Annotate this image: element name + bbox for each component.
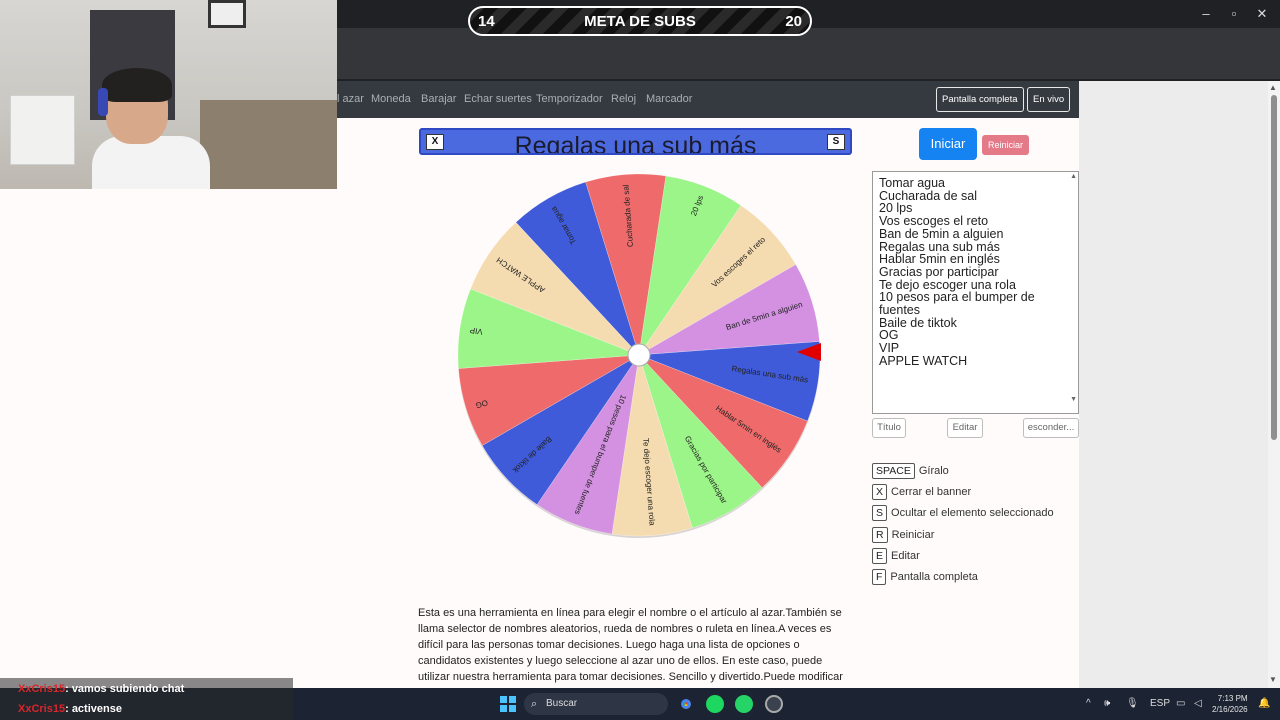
page-scrollbar[interactable]: ▲ ▼ <box>1268 81 1280 688</box>
whatsapp-app-icon[interactable] <box>735 695 753 713</box>
nav-link-temporizador[interactable]: Temporizador <box>536 93 603 105</box>
chat-username: XxCris15 <box>18 703 66 715</box>
scroll-down-icon[interactable]: ▼ <box>1269 675 1277 684</box>
chat-text: : vamos subiendo chat <box>65 683 185 695</box>
scroll-thumb[interactable] <box>1271 95 1277 440</box>
shortcut-key: R <box>872 527 888 543</box>
wheel-segment-label: VIP <box>469 325 483 336</box>
shortcut-key: S <box>872 505 888 521</box>
spotify-app-icon[interactable] <box>706 695 724 713</box>
clock-date: 2/16/2026 <box>1212 705 1248 714</box>
entry-line: Baile de tiktok <box>879 315 957 330</box>
shortcut-label: Cerrar el banner <box>891 486 972 498</box>
microphone-icon[interactable]: 🎙 <box>1126 698 1139 709</box>
live-button[interactable]: En vivo <box>1027 87 1071 112</box>
scroll-up-icon[interactable]: ▲ <box>1269 83 1277 92</box>
entry-line: Tomar agua <box>879 176 946 190</box>
entry-line: OG <box>879 328 899 343</box>
page-left-area <box>0 189 337 688</box>
title-button[interactable]: Título <box>872 418 906 438</box>
start-button[interactable]: Iniciar <box>919 128 977 160</box>
speaker-icon[interactable]: ◁ <box>1194 698 1202 709</box>
banner-close-button[interactable]: X <box>426 134 444 150</box>
shortcut-row: SPACE Gíralo <box>872 463 949 479</box>
chrome-app-icon[interactable] <box>677 695 695 713</box>
minimize-icon[interactable]: – <box>1196 6 1216 21</box>
shortcut-label: Ocultar el elemento seleccionado <box>891 507 1054 519</box>
language-indicator[interactable]: ESP <box>1150 698 1170 709</box>
shortcut-label: Pantalla completa <box>890 571 978 583</box>
nav-link-echar-suertes[interactable]: Echar suertes <box>464 93 532 105</box>
reset-button[interactable]: Reiniciar <box>982 135 1029 155</box>
edit-button[interactable]: Editar <box>947 418 983 438</box>
drawer-cabinet <box>10 95 75 165</box>
shortcut-label: Reiniciar <box>891 529 935 541</box>
shortcut-row: E Editar <box>872 548 920 564</box>
tray-chevron-icon[interactable]: ^ <box>1086 698 1091 709</box>
volume-icon[interactable]: 🕪 <box>1104 698 1110 709</box>
entries-textarea[interactable]: Tomar agua Cucharada de sal 20 lps Vos esco… <box>872 171 1079 414</box>
nav-link-moneda[interactable]: Moneda <box>371 93 411 105</box>
fullscreen-button[interactable]: Pantalla completa <box>936 87 1024 112</box>
entry-line: 10 pesos para el bumper de fuentes <box>879 290 1039 318</box>
nav-link-azar[interactable]: l azar <box>337 93 364 105</box>
nav-link-marcador[interactable]: Marcador <box>646 93 692 105</box>
shortcut-key: SPACE <box>872 463 915 479</box>
entry-line: Gracias por participar <box>879 264 999 279</box>
taskbar-search-box[interactable]: ⌕ Buscar <box>524 693 668 715</box>
shortcut-row: R Reiniciar <box>872 527 934 543</box>
banner-title: Regalas una sub más <box>514 132 757 155</box>
maximize-icon[interactable]: ▫ <box>1224 6 1244 21</box>
headset-icon <box>98 88 108 116</box>
shortcut-label: Editar <box>891 550 920 562</box>
chat-username: XxCris15 <box>18 683 66 695</box>
notification-icon[interactable]: 🔔 <box>1258 698 1270 709</box>
shortcut-row: X Cerrar el banner <box>872 484 971 500</box>
shortcut-row: F Pantalla completa <box>872 569 978 585</box>
webcam-overlay <box>0 0 337 189</box>
clock-time: 7:13 PM <box>1217 694 1248 703</box>
chat-overlay: XxCris15: vamos subiendo chat XxCris15: … <box>0 678 293 720</box>
wheel-page: l azar Moneda Barajar Echar suertes Temp… <box>337 81 1079 688</box>
nav-link-reloj[interactable]: Reloj <box>611 93 636 105</box>
wheel-hub[interactable] <box>627 343 651 367</box>
shortcut-row: S Ocultar el elemento seleccionado <box>872 505 1054 521</box>
result-banner: Regalas una sub más X S <box>419 128 852 155</box>
shortcut-key: X <box>872 484 888 500</box>
shortcut-label: Gíralo <box>918 465 949 477</box>
entry-line: APPLE WATCH <box>879 353 968 368</box>
chat-message: XxCris15: vamos subiendo chat <box>18 683 184 695</box>
textarea-scroll-down-icon[interactable]: ▼ <box>1070 396 1077 403</box>
goal-target: 20 <box>785 13 802 30</box>
windows-start-icon[interactable] <box>500 696 516 712</box>
top-navbar: l azar Moneda Barajar Echar suertes Temp… <box>337 81 1079 118</box>
entry-line: Vos escoges el reto <box>879 214 989 229</box>
wheel-pointer-icon <box>797 343 821 361</box>
textarea-scroll-up-icon[interactable]: ▲ <box>1070 173 1077 180</box>
page-right-gutter <box>1079 81 1268 688</box>
search-icon: ⌕ <box>531 698 538 710</box>
taskbar-clock[interactable]: 7:13 PM 2/16/2026 <box>1212 693 1248 715</box>
sub-goal-bar: 14 META DE SUBS 20 <box>468 6 812 36</box>
wall-picture <box>208 0 246 28</box>
spin-wheel[interactable]: Tomar agua Cucharada de sal 20 lpsVos esco… <box>454 170 824 540</box>
streamer-shirt <box>92 136 210 189</box>
chat-message: XxCris15: activense <box>18 703 122 715</box>
entry-line: Ban de 5min a alguien <box>879 226 1004 241</box>
hide-button[interactable]: esconder... <box>1023 418 1079 438</box>
description-text: Esta es una herramienta en línea para el… <box>418 607 843 688</box>
network-icon[interactable]: ▭ <box>1176 698 1185 709</box>
banner-hide-button[interactable]: S <box>827 134 845 150</box>
close-window-icon[interactable]: ✕ <box>1252 6 1272 22</box>
nav-link-barajar[interactable]: Barajar <box>421 93 456 105</box>
taskbar-search-placeholder: Buscar <box>546 698 578 709</box>
entry-line: VIP <box>879 341 900 356</box>
goal-title: META DE SUBS <box>584 13 696 30</box>
chat-text: : activense <box>65 703 122 715</box>
bed <box>200 100 337 189</box>
streamer-hair <box>102 68 172 102</box>
shortcut-key: E <box>872 548 888 564</box>
obs-app-icon[interactable] <box>765 695 783 713</box>
shortcut-key: F <box>872 569 887 585</box>
